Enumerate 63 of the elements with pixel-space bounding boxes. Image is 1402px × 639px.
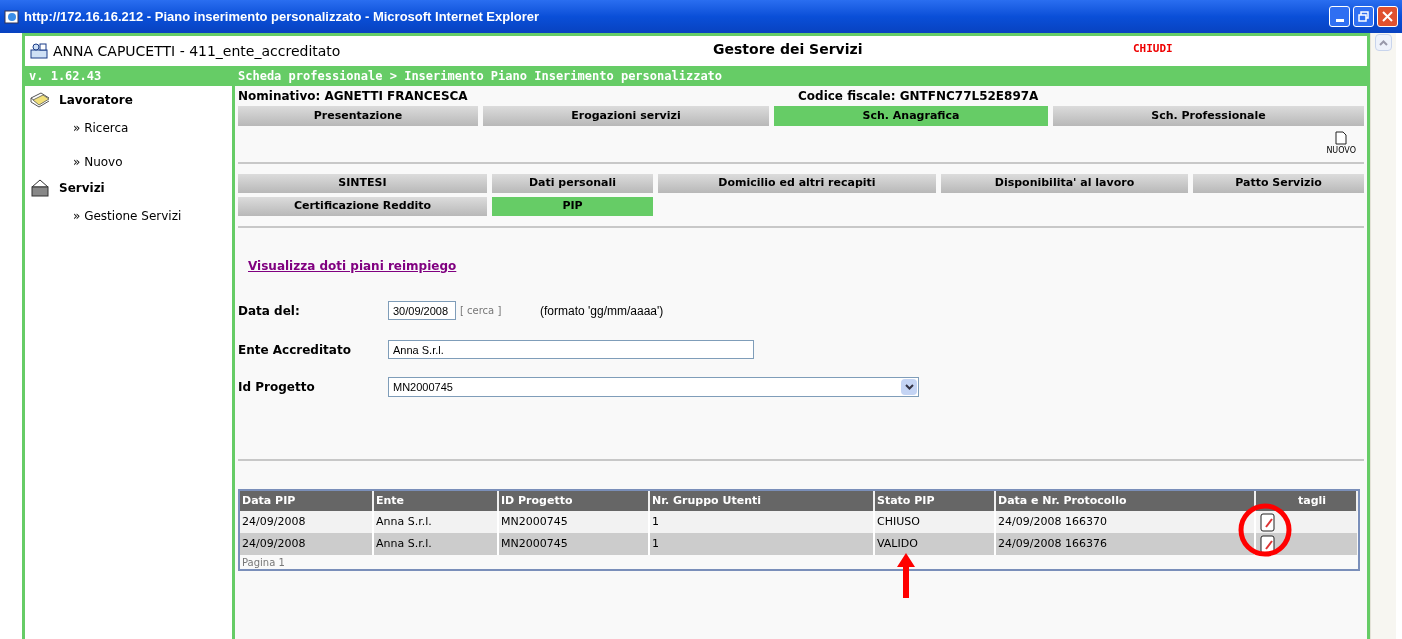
window-title: http://172.16.16.212 - Piano inserimento personalizzato - Microsoft Internet Explorer	[24, 7, 540, 26]
close-link[interactable]: CHIUDI	[1133, 40, 1173, 58]
ente-field[interactable]: Anna S.r.l.	[388, 340, 754, 359]
edit-icon[interactable]	[1260, 512, 1276, 532]
tab[interactable]: Sch. Anagrafica	[774, 106, 1048, 126]
table-cell: Anna S.r.l.	[373, 533, 498, 555]
folder-icon	[29, 90, 51, 110]
tax-code-label: Codice fiscale: GNTFNC77L52E897A	[798, 88, 1039, 105]
table-cell: Anna S.r.l.	[373, 511, 498, 533]
app-title: Gestore dei Servizi	[713, 39, 864, 59]
date-label: Data del:	[238, 302, 301, 320]
table-cell: VALIDO	[874, 533, 995, 555]
tab[interactable]: Presentazione	[238, 106, 478, 126]
table-cell: 24/09/2008 166370	[995, 511, 1255, 533]
tab[interactable]: SINTESI	[238, 174, 487, 193]
basket-icon	[29, 178, 51, 198]
restore-button[interactable]	[1353, 6, 1374, 27]
scroll-up-icon[interactable]	[1379, 39, 1388, 46]
ente-label: Ente Accreditato	[238, 341, 352, 359]
user-name: ANNA CAPUCETTI - 411_ente_accreditato	[53, 42, 342, 61]
table-cell: 24/09/2008	[240, 533, 373, 555]
minimize-button[interactable]	[1329, 6, 1350, 27]
close-icon	[1382, 11, 1393, 22]
pointer-arrow	[897, 553, 915, 598]
tab[interactable]: Patto Servizio	[1193, 174, 1364, 193]
browser-icon	[4, 8, 20, 25]
sidebar-link[interactable]: » Ricerca	[73, 121, 129, 135]
sidebar-section-title[interactable]: Servizi	[59, 179, 105, 197]
table-cell: MN2000745	[498, 533, 649, 555]
project-dropdown[interactable]: MN2000745	[388, 377, 919, 397]
close-button[interactable]	[1377, 6, 1398, 27]
minimize-icon	[1335, 19, 1344, 22]
table-cell: 1	[649, 511, 874, 533]
tab[interactable]: Disponibilita' al lavoro	[941, 174, 1188, 193]
sidebar-link[interactable]: » Gestione Servizi	[73, 209, 182, 223]
tab[interactable]: PIP	[492, 197, 653, 216]
highlight-circle	[1236, 501, 1294, 559]
tab[interactable]: Certificazione Reddito	[238, 197, 487, 216]
breadcrumb: Scheda professionale > Inserimento Piano Inserimento personalizzato	[238, 68, 723, 85]
tab[interactable]: Dati personali	[492, 174, 653, 193]
name-label: Nominativo: AGNETTI FRANCESCA	[238, 88, 469, 105]
table-cell: 24/09/2008 166376	[995, 533, 1255, 555]
date-field[interactable]: 30/09/2008	[388, 301, 456, 320]
project-label: Id Progetto	[238, 379, 316, 396]
caret-icon	[904, 384, 914, 390]
tab[interactable]: Sch. Professionale	[1053, 106, 1364, 126]
user-desk-icon	[29, 42, 49, 62]
table-cell: CHIUSO	[874, 511, 995, 533]
pager-label: Pagina 1	[241, 556, 286, 569]
tab[interactable]: Erogazioni servizi	[483, 106, 769, 126]
search-link[interactable]: [ cerca ]	[460, 303, 540, 318]
table-cell: MN2000745	[498, 511, 649, 533]
tab[interactable]: Domicilio ed altri recapiti	[658, 174, 936, 193]
table-cell: 1	[649, 533, 874, 555]
date-format-hint: (formato 'gg/mm/aaaa')	[540, 302, 664, 320]
sidebar-link[interactable]: » Nuovo	[73, 155, 123, 169]
sidebar-section-title[interactable]: Lavoratore	[59, 91, 133, 109]
restore-icon	[1358, 11, 1369, 22]
version-label: v. 1.62.43	[28, 68, 103, 85]
new-button[interactable]: NUOVO	[1326, 131, 1356, 157]
table-cell: 24/09/2008	[240, 511, 373, 533]
reemployment-link[interactable]: Visualizza doti piani reimpiego	[248, 259, 457, 273]
document-icon	[1335, 131, 1348, 145]
